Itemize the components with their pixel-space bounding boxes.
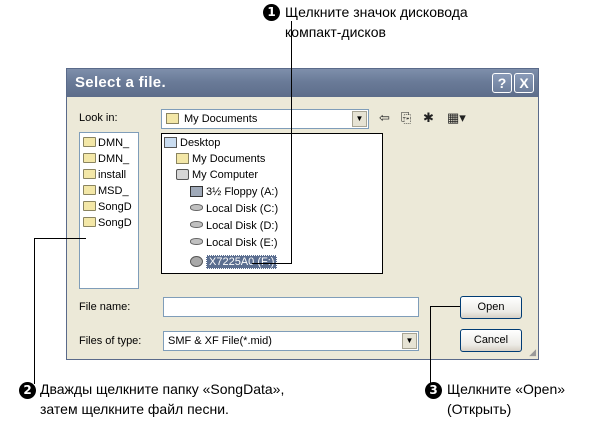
list-item[interactable]: SongD bbox=[83, 201, 132, 217]
list-item[interactable]: DMN_ bbox=[83, 137, 129, 153]
leader-line-2-vertical bbox=[34, 238, 35, 384]
computer-icon bbox=[176, 169, 189, 180]
folder-icon bbox=[83, 137, 96, 147]
list-item[interactable]: SongD bbox=[83, 217, 132, 233]
files-of-type-dropdown-arrow[interactable]: ▼ bbox=[402, 333, 417, 349]
files-of-type-label: Files of type: bbox=[79, 335, 142, 347]
files-of-type-value: SMF & XF File(*.mid) bbox=[168, 335, 272, 347]
callout-number-3: 3 bbox=[425, 382, 442, 399]
leader-line-2-horizontal bbox=[34, 238, 86, 239]
list-item[interactable]: DMN_ bbox=[83, 153, 129, 169]
dropdown-item-desktop[interactable]: Desktop bbox=[164, 135, 220, 151]
desktop-icon bbox=[164, 137, 177, 148]
resize-grip-icon[interactable]: ◢ bbox=[529, 347, 536, 358]
folder-icon bbox=[83, 153, 96, 163]
dialog-title: Select a file. bbox=[75, 74, 166, 91]
select-file-dialog: Select a file. ? X Look in: My Documents… bbox=[66, 68, 539, 360]
callout-3-line2: (Открыть) bbox=[447, 401, 512, 417]
file-name-input[interactable] bbox=[163, 297, 419, 317]
back-icon[interactable]: ⇦ bbox=[379, 110, 390, 126]
callout-1-line2: компакт-дисков bbox=[285, 24, 386, 40]
dropdown-item-my-documents[interactable]: My Documents bbox=[176, 151, 265, 167]
dialog-titlebar[interactable]: Select a file. ? X bbox=[67, 69, 538, 97]
callout-3-line1: Щелкните «Open» bbox=[447, 381, 566, 397]
callout-2-line2: затем щелкните файл песни. bbox=[40, 401, 229, 417]
look-in-folder-icon bbox=[166, 113, 179, 124]
callout-number-1: 1 bbox=[263, 4, 280, 21]
dropdown-item-local-disk-c[interactable]: Local Disk (C:) bbox=[190, 201, 278, 217]
leader-line-1-vertical bbox=[291, 21, 292, 264]
documents-icon bbox=[176, 153, 189, 164]
leader-line-3-horizontal bbox=[430, 306, 460, 307]
disk-icon bbox=[190, 221, 203, 228]
help-button[interactable]: ? bbox=[492, 73, 512, 93]
files-of-type-select[interactable]: SMF & XF File(*.mid) ▼ bbox=[163, 331, 419, 351]
folder-icon bbox=[83, 217, 96, 227]
cancel-button[interactable]: Cancel bbox=[460, 329, 522, 352]
leader-line-1-horizontal bbox=[252, 263, 292, 264]
new-folder-icon[interactable]: ✱ bbox=[423, 110, 434, 126]
floppy-icon bbox=[190, 186, 203, 197]
list-item[interactable]: install bbox=[83, 169, 126, 185]
callout-2-line1: Дважды щелкните папку «SongData», bbox=[40, 381, 285, 397]
up-folder-icon[interactable]: ⎘ bbox=[401, 110, 411, 126]
file-name-label: File name: bbox=[79, 301, 131, 313]
look-in-dropdown-list: Desktop My Documents My Computer 3½ Flop… bbox=[161, 133, 383, 274]
look-in-value: My Documents bbox=[184, 113, 258, 125]
dropdown-item-cd-drive[interactable]: X7225A0 (F:) bbox=[190, 254, 278, 270]
leader-line-3-vertical bbox=[430, 306, 431, 384]
dropdown-item-my-computer[interactable]: My Computer bbox=[176, 167, 258, 183]
cd-drive-icon bbox=[190, 256, 203, 267]
folder-icon bbox=[83, 169, 96, 179]
open-button[interactable]: Open bbox=[460, 296, 522, 319]
file-list[interactable]: DMN_ DMN_ install MSD_ SongD SongD bbox=[79, 132, 139, 289]
dropdown-item-floppy[interactable]: 3½ Floppy (A:) bbox=[190, 184, 278, 200]
folder-icon bbox=[83, 201, 96, 211]
close-button[interactable]: X bbox=[514, 73, 534, 93]
dropdown-item-local-disk-d[interactable]: Local Disk (D:) bbox=[190, 218, 278, 234]
disk-icon bbox=[190, 204, 203, 211]
look-in-combo[interactable]: My Documents ▼ bbox=[161, 109, 369, 129]
list-item[interactable]: MSD_ bbox=[83, 185, 129, 201]
callout-1-line1: Щелкните значок дисковода bbox=[285, 4, 468, 20]
look-in-dropdown-arrow[interactable]: ▼ bbox=[352, 111, 367, 127]
callout-number-2: 2 bbox=[19, 382, 36, 399]
view-menu-icon[interactable]: ▦▾ bbox=[447, 110, 466, 126]
dropdown-item-local-disk-e[interactable]: Local Disk (E:) bbox=[190, 235, 278, 251]
disk-icon bbox=[190, 238, 203, 245]
look-in-label: Look in: bbox=[79, 112, 118, 124]
folder-icon bbox=[83, 185, 96, 195]
